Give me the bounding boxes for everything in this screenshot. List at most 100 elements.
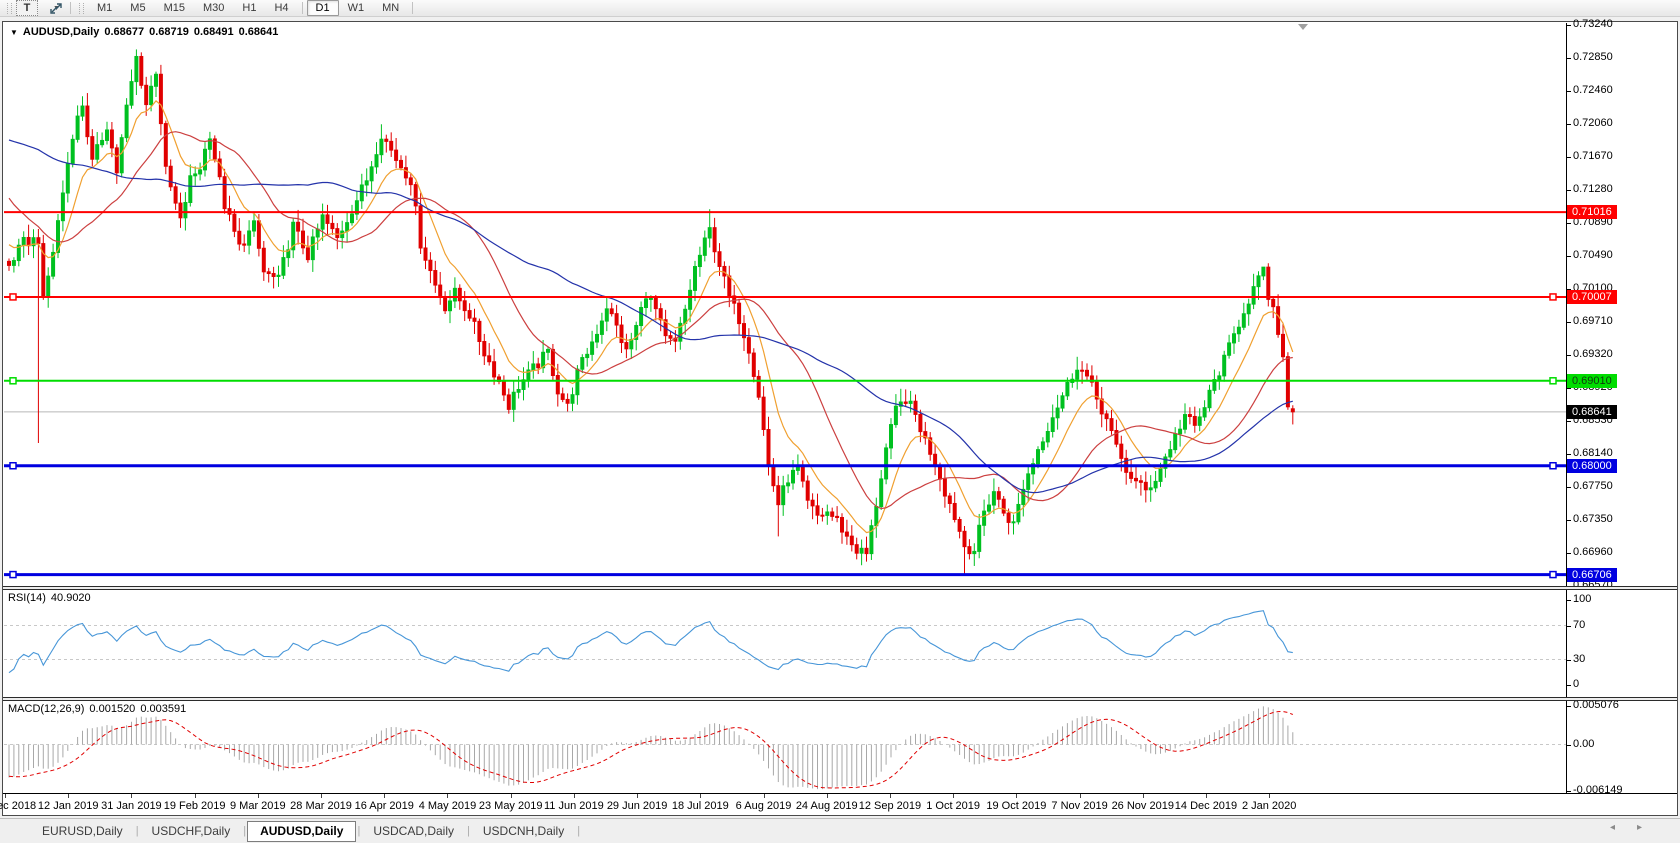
date-axis-label: 16 Apr 2019 [354,800,414,812]
macd-header: MACD(12,26,9) 0.001520 0.003591 [8,703,186,715]
toolbar-separator [412,2,414,14]
date-axis-tick [321,794,323,798]
chart-symbol-label: AUDUSD,Daily [22,26,100,38]
price-tag-0.66706[interactable]: 0.66706 [1567,567,1617,582]
hline-handle[interactable] [1549,570,1557,579]
date-axis-label: 28 Mar 2019 [290,800,352,812]
current-price-tag: 0.68641 [1567,404,1617,419]
toolbar-grip[interactable] [79,2,84,14]
rsi-axis-label: 100 [1573,593,1592,605]
date-axis-label: 11 Jun 2019 [544,800,604,812]
hline-handle[interactable] [1549,293,1557,301]
main-chart-canvas[interactable] [4,23,1566,586]
hline-handle[interactable] [9,461,17,470]
date-axis-border [3,793,1677,794]
chart-shift-marker[interactable] [1298,24,1308,30]
panel-splitter-rsi[interactable] [3,586,1677,590]
date-axis-tick [1016,794,1018,798]
tab-audusd[interactable]: AUDUSD,Daily [247,820,357,842]
tab-scroll-right-icon[interactable]: ▸ [1637,822,1642,833]
mt4-terminal: { "toolbar": { "text_tool": "T", "timefr… [0,0,1680,843]
date-axis-tick [194,794,196,798]
timeframe-m1[interactable]: M1 [88,0,121,16]
macd-axis-label: -0.006149 [1573,784,1623,797]
tab-divider: | [467,825,470,837]
date-axis-label: 4 May 2019 [418,800,477,812]
date-axis-label: 19 Feb 2019 [163,800,226,812]
hline-handle[interactable] [9,293,17,301]
date-axis-tick [637,794,639,798]
date-axis-label: 18 Jul 2019 [671,800,729,812]
tab-usdchf[interactable]: USDCHF,Daily [140,822,243,841]
chart-tabs: EURUSD,Daily | USDCHF,Daily | AUDUSD,Daily | U… [30,820,581,842]
rsi-axis-label: 0 [1573,678,1580,690]
date-axis-label: 6 Aug 2019 [735,800,792,812]
rsi-value: 40.9020 [50,592,91,604]
date-axis-tick [447,794,449,798]
ohlc-close: 0.68641 [238,26,279,38]
tab-divider: | [357,825,361,837]
tab-eurusd[interactable]: EURUSD,Daily [30,822,135,841]
price-axis-label: 0.73240 [1573,18,1613,31]
macd-canvas[interactable] [4,701,1566,793]
tab-usdcnh[interactable]: USDCNH,Daily [471,822,576,841]
tab-usdcad[interactable]: USDCAD,Daily [361,822,466,841]
macd-main-value: 0.001520 [89,703,136,715]
hline-handle[interactable] [9,377,17,385]
macd-title: MACD(12,26,9) [8,703,85,715]
hline-handle[interactable] [1549,461,1557,470]
ma-medium-line [8,131,1293,510]
text-tool-button[interactable]: T [16,0,38,16]
timeframe-mn[interactable]: MN [373,0,408,16]
ohlc-low: 0.68491 [193,26,234,38]
rsi-title: RSI(14) [8,592,46,604]
ma-slow-line [8,139,1293,494]
date-axis-label: 26 Nov 2019 [1111,800,1174,812]
tab-divider: | [243,825,247,837]
rsi-header: RSI(14) 40.9020 [8,592,91,604]
date-axis-tick [384,794,386,798]
price-tag-0.71016[interactable]: 0.71016 [1567,205,1617,220]
timeframe-m15[interactable]: M15 [155,0,194,16]
panel-splitter-macd[interactable] [3,697,1677,701]
date-axis-label: 23 May 2019 [478,800,543,812]
macd-signal-line [8,710,1293,789]
toolbar-separator [301,2,303,14]
date-axis-tick [510,794,512,798]
timeframe-w1[interactable]: W1 [339,0,374,16]
hline-handle[interactable] [9,570,17,579]
tab-scroll-left-icon[interactable]: ◂ [1610,822,1615,833]
timeframe-h1[interactable]: H1 [233,0,265,16]
date-axis-label: 9 Mar 2019 [230,800,286,812]
timeframe-m5[interactable]: M5 [121,0,154,16]
toolbar-grip[interactable] [7,2,12,14]
date-axis-tick [826,794,828,798]
price-tag-0.70007[interactable]: 0.70007 [1567,289,1617,304]
top-toolbar: T ▼ M1 M5 M15 M30 H1 H4 D1 W1 MN [0,0,1680,17]
price-axis-label: 0.71280 [1573,182,1613,195]
date-axis-tick [763,794,765,798]
price-axis-label: 0.72060 [1573,117,1613,130]
date-axis-tick [1079,794,1081,798]
timeframe-d1[interactable]: D1 [306,0,339,16]
ohlc-high: 0.68719 [149,26,189,38]
price-axis-label: 0.67350 [1573,513,1613,526]
price-tag-0.68000[interactable]: 0.68000 [1567,458,1617,473]
date-axis-tick [1142,794,1144,798]
hline-handle[interactable] [1549,377,1557,385]
macd-histogram [8,706,1294,790]
rsi-canvas[interactable] [4,590,1566,697]
date-axis-label: 12 Sep 2019 [858,800,922,812]
timeframe-h4[interactable]: H4 [265,0,297,16]
timeframe-m30[interactable]: M30 [194,0,233,16]
date-axis-tick [573,794,575,798]
price-tag-0.69010[interactable]: 0.69010 [1567,373,1617,388]
macd-axis-label: 0.00 [1573,737,1595,750]
collapse-triangle-icon[interactable]: ▼ [10,28,18,37]
date-axis-tick [5,794,6,798]
arrows-tool-button[interactable]: ▼ [46,1,66,15]
price-axis-label: 0.70490 [1573,249,1613,262]
ma-fast-line [8,100,1294,534]
price-axis-label: 0.69710 [1573,314,1613,327]
price-axis-label: 0.66960 [1573,546,1613,559]
